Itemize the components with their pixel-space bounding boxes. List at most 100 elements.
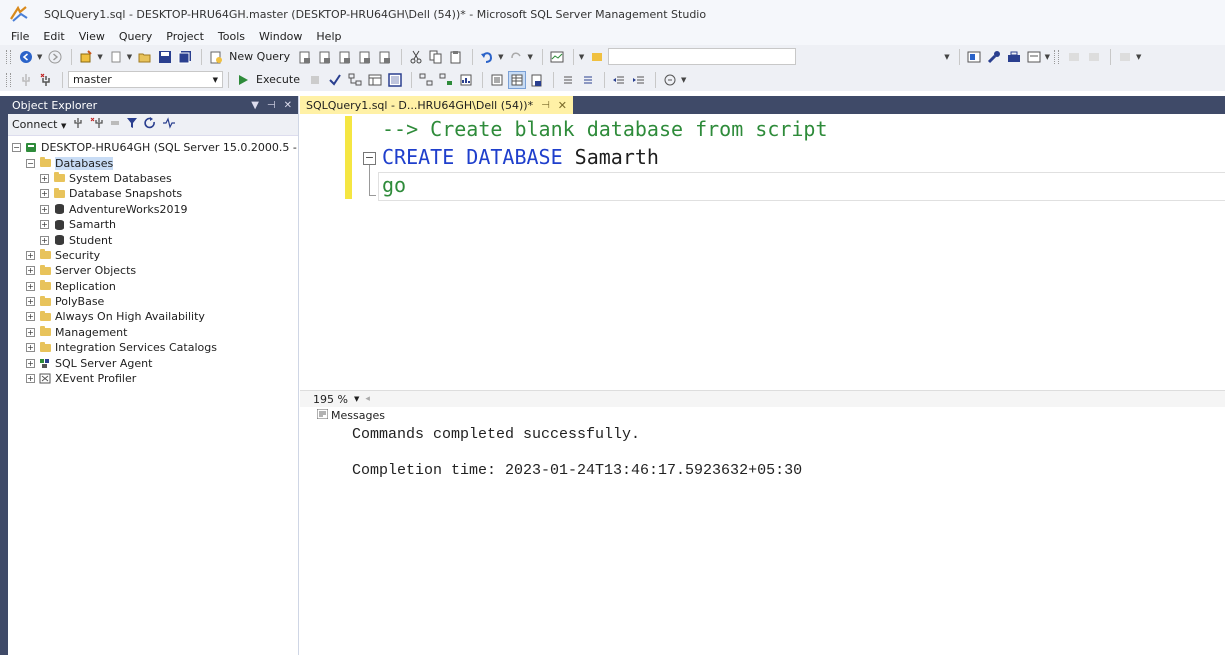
connect-icon[interactable] (17, 71, 35, 89)
tree-node-polybase[interactable]: + PolyBase (8, 294, 298, 309)
undo-dropdown-icon[interactable]: ▼ (498, 53, 503, 61)
live-stats-icon[interactable] (437, 71, 455, 89)
results-to-grid-icon[interactable] (508, 70, 526, 89)
connect-button[interactable]: Connect ▼ (12, 118, 66, 131)
expand-icon[interactable]: + (26, 281, 35, 291)
tree-node-security[interactable]: + Security (8, 248, 298, 263)
menu-window[interactable]: Window (252, 30, 309, 43)
menu-project[interactable]: Project (159, 30, 211, 43)
tree-node-integration-services-catalogs[interactable]: + Integration Services Catalogs (8, 340, 298, 355)
new-project-icon[interactable] (77, 48, 95, 66)
tab-close-icon[interactable]: ✕ (558, 99, 567, 112)
results-to-text-icon[interactable] (488, 71, 506, 89)
parse-check-icon[interactable] (326, 71, 344, 89)
expand-icon[interactable]: + (26, 358, 35, 368)
expand-icon[interactable]: + (40, 235, 49, 245)
actual-plan-icon[interactable] (417, 71, 435, 89)
scroll-left-icon[interactable]: ◂ (365, 394, 370, 404)
search-combo[interactable] (608, 48, 797, 65)
add-item-dropdown-icon[interactable]: ▼ (127, 53, 132, 61)
expand-icon[interactable]: + (40, 220, 49, 230)
back-dropdown-icon[interactable]: ▼ (37, 53, 42, 61)
comment-out-icon[interactable] (559, 71, 577, 89)
expand-icon[interactable]: + (26, 374, 35, 384)
new-query-icon[interactable] (207, 48, 225, 66)
zoom-dropdown-icon[interactable]: ▼ (354, 395, 359, 403)
tree-node-system-databases[interactable]: + System Databases (8, 171, 298, 186)
outline-collapse-icon[interactable]: − (363, 152, 376, 165)
increase-indent-icon[interactable] (630, 71, 648, 89)
sql-toolbar-options-dropdown-icon[interactable]: ▼ (681, 76, 686, 84)
menu-edit[interactable]: Edit (36, 30, 71, 43)
collapse-icon[interactable]: − (12, 143, 21, 153)
redo-icon[interactable] (507, 48, 525, 66)
query-tab[interactable]: SQLQuery1.sql - D...HRU64GH\Dell (54))* … (300, 96, 574, 114)
available-databases-combo[interactable]: master ▼ (68, 71, 223, 88)
specify-template-values-icon[interactable] (661, 71, 679, 89)
tree-node-server[interactable]: − DESKTOP-HRU64GH (SQL Server 15.0.2000.… (8, 140, 304, 155)
expand-icon[interactable]: + (40, 204, 49, 214)
filter-icon[interactable] (126, 117, 138, 132)
change-connection-icon[interactable] (37, 71, 55, 89)
redo-dropdown-icon[interactable]: ▼ (527, 53, 532, 61)
properties-wrench-icon[interactable] (985, 48, 1003, 66)
debug-dropdown-icon[interactable]: ▼ (1136, 53, 1141, 61)
tree-node-always-on-high-availability[interactable]: + Always On High Availability (8, 309, 298, 324)
expand-icon[interactable]: + (40, 173, 49, 183)
expand-icon[interactable]: + (26, 266, 35, 276)
menu-query[interactable]: Query (112, 30, 159, 43)
tree-node-management[interactable]: + Management (8, 325, 298, 340)
client-statistics-icon[interactable] (457, 71, 475, 89)
pin-icon[interactable]: ⊣ (267, 100, 276, 111)
registered-servers-icon[interactable] (965, 48, 983, 66)
uncomment-icon[interactable] (579, 71, 597, 89)
dmx-query-icon[interactable] (336, 48, 354, 66)
tree-node-samarth[interactable]: + Samarth (8, 217, 298, 232)
find-in-files-icon[interactable] (588, 48, 606, 66)
collapse-icon[interactable]: − (26, 158, 35, 168)
add-item-icon[interactable] (107, 48, 125, 66)
search-combo-dropdown-icon[interactable]: ▼ (944, 53, 949, 61)
paste-icon[interactable] (447, 48, 465, 66)
zoom-level[interactable]: 195 % (313, 393, 348, 406)
database-engine-query-icon[interactable] (296, 48, 314, 66)
xmla-query-icon[interactable] (356, 48, 374, 66)
copy-icon[interactable] (427, 48, 445, 66)
tree-node-databases[interactable]: − Databases (8, 155, 298, 170)
expand-icon[interactable]: + (40, 189, 49, 199)
toolbar-grip[interactable] (1054, 49, 1060, 64)
expand-icon[interactable]: + (26, 343, 35, 353)
tab-pin-icon[interactable]: ⊣ (541, 100, 550, 111)
expand-icon[interactable]: + (26, 312, 35, 322)
expand-icon[interactable]: + (26, 327, 35, 337)
save-icon[interactable] (156, 48, 174, 66)
back-icon[interactable] (17, 48, 35, 66)
activity-monitor-pulse-icon[interactable] (162, 117, 176, 132)
menu-tools[interactable]: Tools (211, 30, 252, 43)
save-all-icon[interactable] (176, 48, 194, 66)
template-explorer-icon[interactable] (1025, 48, 1043, 66)
close-panel-icon[interactable]: ✕ (284, 100, 292, 111)
new-project-dropdown-icon[interactable]: ▼ (97, 53, 102, 61)
panel-options-dropdown-icon[interactable]: ▼ (251, 100, 259, 111)
intellisense-icon[interactable] (386, 71, 404, 89)
toolbar-options-dropdown-icon[interactable]: ▼ (1045, 53, 1050, 61)
execute-button[interactable]: Execute (256, 73, 300, 86)
disconnect-icon[interactable] (90, 117, 104, 132)
solution-config-dropdown-icon[interactable]: ▼ (579, 53, 584, 61)
tree-node-xevent-profiler[interactable]: + XEvent Profiler (8, 371, 298, 386)
tree-node-sql-server-agent[interactable]: + SQL Server Agent (8, 355, 298, 370)
toolbar-grip[interactable] (6, 49, 11, 64)
open-file-icon[interactable] (136, 48, 154, 66)
menu-help[interactable]: Help (309, 30, 348, 43)
toolbar-grip[interactable] (6, 72, 11, 87)
display-estimated-plan-icon[interactable] (346, 71, 364, 89)
cut-icon[interactable] (407, 48, 425, 66)
tree-node-replication[interactable]: + Replication (8, 279, 298, 294)
dax-query-icon[interactable] (376, 48, 394, 66)
tree-node-database-snapshots[interactable]: + Database Snapshots (8, 186, 298, 201)
tree-node-server-objects[interactable]: + Server Objects (8, 263, 298, 278)
menu-file[interactable]: File (4, 30, 36, 43)
query-designer-icon[interactable] (366, 71, 384, 89)
mdx-query-icon[interactable] (316, 48, 334, 66)
